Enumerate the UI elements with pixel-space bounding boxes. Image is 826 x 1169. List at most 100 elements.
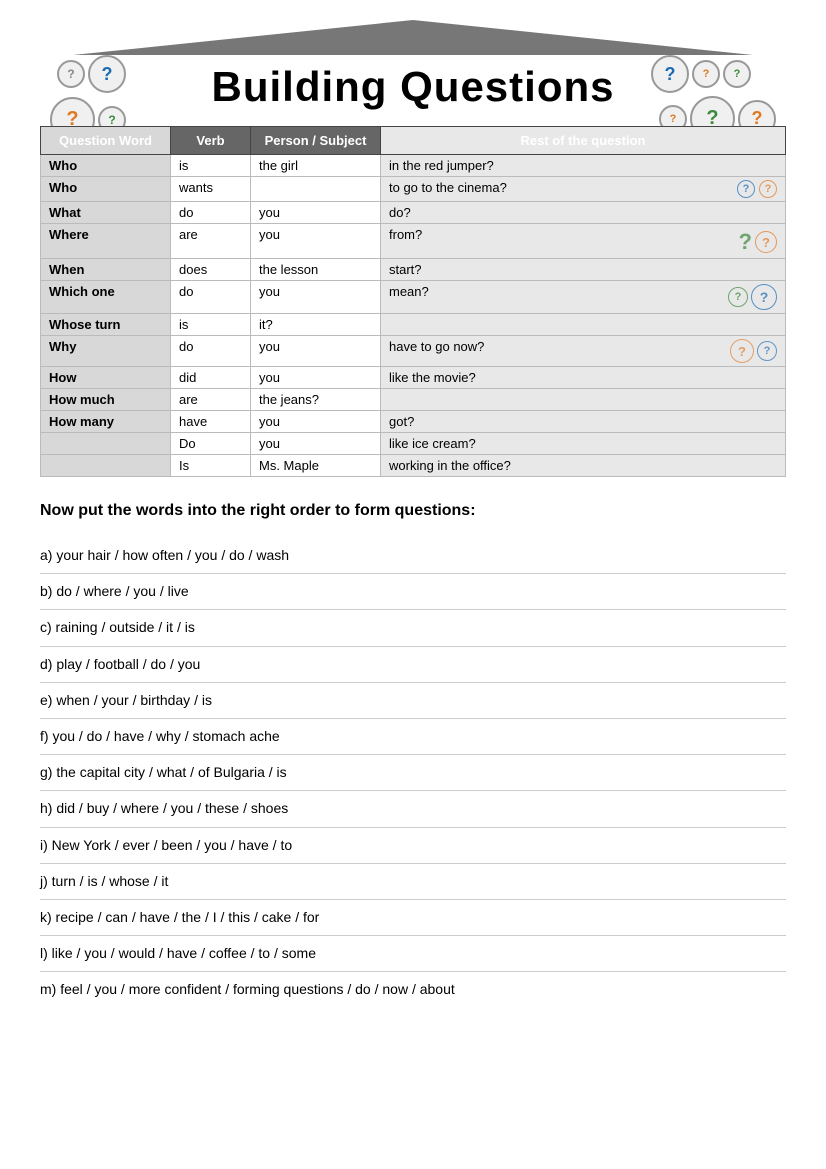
qword-2: Who — [41, 177, 171, 202]
table-row: Is Ms. Maple working in the office? — [41, 455, 786, 477]
rest-8: have to go now? ? ? — [381, 336, 786, 367]
verb-11: have — [171, 411, 251, 433]
verb-13: Is — [171, 455, 251, 477]
exercise-list: a) your hair / how often / you / do / wa… — [40, 538, 786, 1007]
table-row: How much are the jeans? — [41, 389, 786, 411]
instructions-text: Now put the words into the right order t… — [40, 502, 786, 520]
table-row: Do you like ice cream? — [41, 433, 786, 455]
rest-4: from? ? ? — [381, 224, 786, 259]
rest-7 — [381, 314, 786, 336]
verb-5: does — [171, 259, 251, 281]
qword-9: How — [41, 367, 171, 389]
verb-1: is — [171, 155, 251, 177]
verb-3: do — [171, 202, 251, 224]
verb-12: Do — [171, 433, 251, 455]
verb-7: is — [171, 314, 251, 336]
table-header-row: Question Word Verb Person / Subject Rest… — [41, 127, 786, 155]
person-8: you — [251, 336, 381, 367]
person-11: you — [251, 411, 381, 433]
header-verb: Verb — [171, 127, 251, 155]
question-table: Question Word Verb Person / Subject Rest… — [40, 126, 786, 477]
deco-qmark-1: ? — [739, 229, 752, 255]
rest-11: got? — [381, 411, 786, 433]
exercise-item-h: h) did / buy / where / you / these / sho… — [40, 791, 786, 827]
table-row: Who is the girl in the red jumper? — [41, 155, 786, 177]
deco-bubble-3: ? — [755, 231, 777, 253]
table-row: Where are you from? ? ? — [41, 224, 786, 259]
qword-6: Which one — [41, 281, 171, 314]
verb-10: are — [171, 389, 251, 411]
exercise-item-e: e) when / your / birthday / is — [40, 683, 786, 719]
rest-3: do? — [381, 202, 786, 224]
verb-6: do — [171, 281, 251, 314]
verb-8: do — [171, 336, 251, 367]
qword-3: What — [41, 202, 171, 224]
bubble-1: ? — [57, 60, 85, 88]
exercise-item-j: j) turn / is / whose / it — [40, 864, 786, 900]
person-6: you — [251, 281, 381, 314]
rest-1: in the red jumper? — [381, 155, 786, 177]
person-7: it? — [251, 314, 381, 336]
qword-5: When — [41, 259, 171, 281]
exercise-item-c: c) raining / outside / it / is — [40, 610, 786, 646]
title-container: ? ? ? ? Building Questions ? ? ? — [40, 20, 786, 116]
rest-5: start? — [381, 259, 786, 281]
header-person: Person / Subject — [251, 127, 381, 155]
person-12: you — [251, 433, 381, 455]
table-row: How many have you got? — [41, 411, 786, 433]
deco-bubble-4: ? — [728, 287, 748, 307]
person-9: you — [251, 367, 381, 389]
exercise-item-i: i) New York / ever / been / you / have /… — [40, 828, 786, 864]
exercise-item-l: l) like / you / would / have / coffee / … — [40, 936, 786, 972]
deco-bubble-7: ? — [757, 341, 777, 361]
table-row: Why do you have to go now? ? ? — [41, 336, 786, 367]
deco-bubble-5: ? — [751, 284, 777, 310]
verb-4: are — [171, 224, 251, 259]
verb-2: wants — [171, 177, 251, 202]
rest-2: to go to the cinema? ? ? — [381, 177, 786, 202]
qword-4: Where — [41, 224, 171, 259]
exercise-item-m: m) feel / you / more confident / forming… — [40, 972, 786, 1007]
qword-13 — [41, 455, 171, 477]
qword-7: Whose turn — [41, 314, 171, 336]
table-wrapper: Question Word Verb Person / Subject Rest… — [40, 126, 786, 477]
person-2 — [251, 177, 381, 202]
exercise-item-g: g) the capital city / what / of Bulgaria… — [40, 755, 786, 791]
table-row: When does the lesson start? — [41, 259, 786, 281]
person-5: the lesson — [251, 259, 381, 281]
verb-9: did — [171, 367, 251, 389]
bubble-5: ? — [651, 55, 689, 93]
person-4: you — [251, 224, 381, 259]
header-question-word: Question Word — [41, 127, 171, 155]
qword-10: How much — [41, 389, 171, 411]
table-row: Which one do you mean? ? ? — [41, 281, 786, 314]
qword-8: Why — [41, 336, 171, 367]
deco-bubble-6: ? — [730, 339, 754, 363]
table-row: Who wants to go to the cinema? ? ? — [41, 177, 786, 202]
person-13: Ms. Maple — [251, 455, 381, 477]
exercise-item-f: f) you / do / have / why / stomach ache — [40, 719, 786, 755]
page-title: Building Questions — [212, 63, 615, 111]
rest-12: like ice cream? — [381, 433, 786, 455]
exercise-item-k: k) recipe / can / have / the / I / this … — [40, 900, 786, 936]
header: ? ? ? ? Building Questions ? ? ? — [40, 20, 786, 116]
qword-12 — [41, 433, 171, 455]
exercise-item-b: b) do / where / you / live — [40, 574, 786, 610]
person-3: you — [251, 202, 381, 224]
bubble-7: ? — [723, 60, 751, 88]
rest-9: like the movie? — [381, 367, 786, 389]
table-row: How did you like the movie? — [41, 367, 786, 389]
exercise-item-a: a) your hair / how often / you / do / wa… — [40, 538, 786, 574]
bubble-2: ? — [88, 55, 126, 93]
rest-13: working in the office? — [381, 455, 786, 477]
exercise-item-d: d) play / football / do / you — [40, 647, 786, 683]
rest-6: mean? ? ? — [381, 281, 786, 314]
table-row: What do you do? — [41, 202, 786, 224]
deco-bubble-2: ? — [759, 180, 777, 198]
header-rest: Rest of the question — [381, 127, 786, 155]
title-row: ? ? ? ? Building Questions ? ? ? — [40, 55, 786, 116]
rest-10 — [381, 389, 786, 411]
table-row: Whose turn is it? — [41, 314, 786, 336]
qword-1: Who — [41, 155, 171, 177]
deco-bubble-1: ? — [737, 180, 755, 198]
